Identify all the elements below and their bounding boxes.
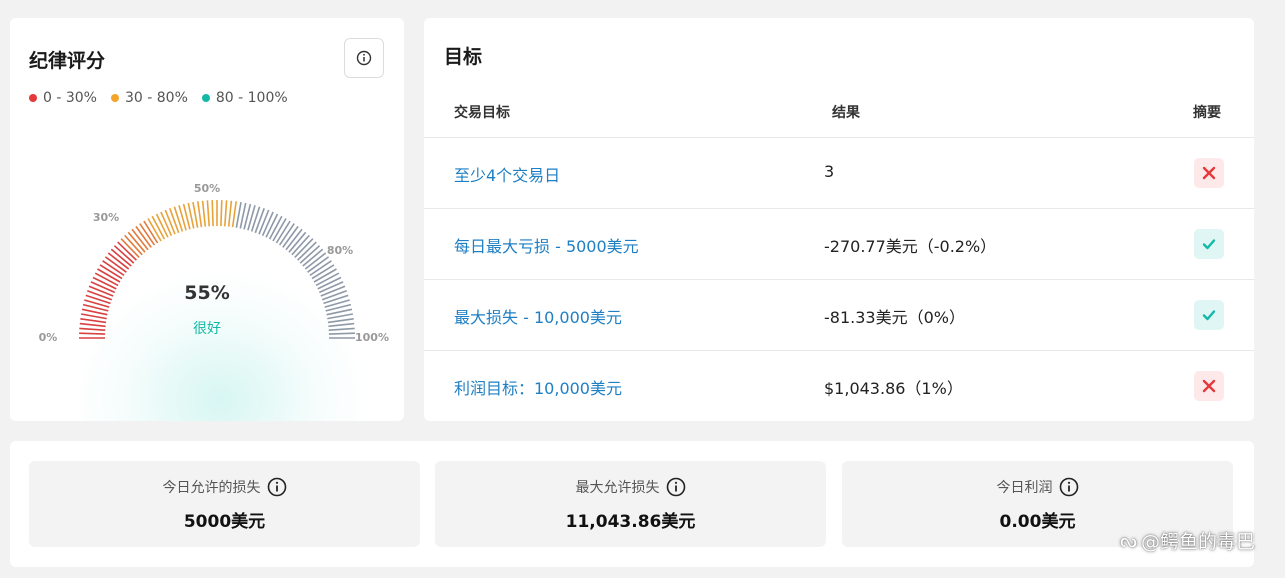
legend-item-mid: 30 - 80% xyxy=(110,90,188,106)
stat-label: 最大允许损失 xyxy=(575,480,660,496)
cross-icon xyxy=(1202,166,1216,180)
gauge-tick xyxy=(227,200,233,227)
gauge-tick xyxy=(235,201,242,228)
stat-value: 5000美元 xyxy=(183,512,266,532)
legend-label-low: 0 - 30% xyxy=(43,90,97,106)
table-row: 最大损失 - 10,000美元 -81.33美元（0%） xyxy=(424,280,1254,351)
goals-title: 目标 xyxy=(444,46,483,68)
legend-label-mid: 30 - 80% xyxy=(124,90,188,106)
gauge-tick xyxy=(164,209,176,235)
goal-link[interactable]: 至少4个交易日 xyxy=(454,162,560,186)
goals-card: 目标 交易目标 结果 摘要 至少4个交易日 3 每日最大亏损 - 5000美元 … xyxy=(424,18,1254,421)
table-row: 每日最大亏损 - 5000美元 -270.77美元（-0.2%） xyxy=(424,209,1254,280)
goal-result: 3 xyxy=(824,162,835,181)
gauge-tick xyxy=(201,200,207,227)
goals-table-header: 交易目标 结果 摘要 xyxy=(424,102,1254,138)
info-icon[interactable] xyxy=(666,477,686,497)
table-row: 利润目标：10,000美元 $1,043.86（1%） xyxy=(424,351,1254,421)
info-icon xyxy=(356,50,372,66)
gauge-tick xyxy=(192,201,199,228)
stats-card: 今日允许的损失 5000美元 最大允许损失 11,043.86美元 今日利润 0… xyxy=(10,441,1254,567)
check-icon xyxy=(1202,239,1216,250)
stat-label: 今日利润 xyxy=(996,480,1053,496)
stat-label-row: 今日利润 xyxy=(842,477,1233,497)
legend-dot-low xyxy=(29,94,37,102)
stat-label: 今日允许的损失 xyxy=(162,480,261,496)
status-badge xyxy=(1194,229,1224,259)
gauge-value: 55% xyxy=(184,282,230,304)
goal-result: $1,043.86（1%） xyxy=(824,379,963,398)
legend-label-high: 80 - 100% xyxy=(215,90,288,106)
gauge-tick xyxy=(197,201,203,228)
goal-link[interactable]: 最大损失 - 10,000美元 xyxy=(454,304,622,328)
header-goal: 交易目标 xyxy=(454,105,510,121)
stat-daily-loss-allowed: 今日允许的损失 5000美元 xyxy=(29,461,420,547)
gauge-tick xyxy=(211,200,214,227)
info-button[interactable] xyxy=(344,38,384,78)
info-icon[interactable] xyxy=(267,477,287,497)
watermark: ᔓ @鳄鱼的毒巴 xyxy=(1120,527,1255,554)
cross-icon xyxy=(1202,379,1216,393)
gauge-tick xyxy=(169,208,180,234)
check-icon xyxy=(1202,310,1216,321)
legend-dot-mid xyxy=(110,94,119,102)
discipline-score-card: 纪律评分 0 - 30% 30 - 80% 80 - 100% 0% 30% 5… xyxy=(10,18,404,421)
gauge-tick-label-30: 30% xyxy=(93,211,119,224)
gauge-tick xyxy=(224,200,228,227)
watermark-logo-icon: ᔓ xyxy=(1120,529,1137,552)
gauge-tick-label-80: 80% xyxy=(327,244,353,257)
score-legend: 0 - 30% 30 - 80% 80 - 100% xyxy=(29,90,288,106)
gauge-tick xyxy=(206,200,210,227)
status-badge xyxy=(1194,371,1224,401)
gauge-tick xyxy=(220,200,223,227)
stat-max-loss-allowed: 最大允许损失 11,043.86美元 xyxy=(435,461,826,547)
gauge-tick-label-50: 50% xyxy=(194,182,220,195)
stat-label-row: 今日允许的损失 xyxy=(29,477,420,497)
table-row: 至少4个交易日 3 xyxy=(424,138,1254,209)
stat-value: 11,043.86美元 xyxy=(565,512,696,532)
legend-item-low: 0 - 30% xyxy=(29,90,97,106)
gauge-tick xyxy=(258,209,270,235)
header-result: 结果 xyxy=(832,105,860,121)
status-badge xyxy=(1194,300,1224,330)
gauge-tick xyxy=(231,201,237,228)
gauge-tick xyxy=(254,208,265,234)
stat-label-row: 最大允许损失 xyxy=(435,477,826,497)
goal-result: -81.33美元（0%） xyxy=(824,308,965,327)
goal-link[interactable]: 每日最大亏损 - 5000美元 xyxy=(454,233,639,257)
watermark-text: @鳄鱼的毒巴 xyxy=(1140,531,1255,553)
header-summary: 摘要 xyxy=(1193,105,1221,121)
status-badge xyxy=(1194,158,1224,188)
info-icon[interactable] xyxy=(1059,477,1079,497)
goal-result: -270.77美元（-0.2%） xyxy=(824,237,997,256)
gauge-status: 很好 xyxy=(193,321,221,337)
discipline-title: 纪律评分 xyxy=(29,50,106,72)
legend-item-high: 80 - 100% xyxy=(201,90,288,106)
legend-dot-high xyxy=(201,94,210,102)
goal-link[interactable]: 利润目标：10,000美元 xyxy=(454,375,622,399)
